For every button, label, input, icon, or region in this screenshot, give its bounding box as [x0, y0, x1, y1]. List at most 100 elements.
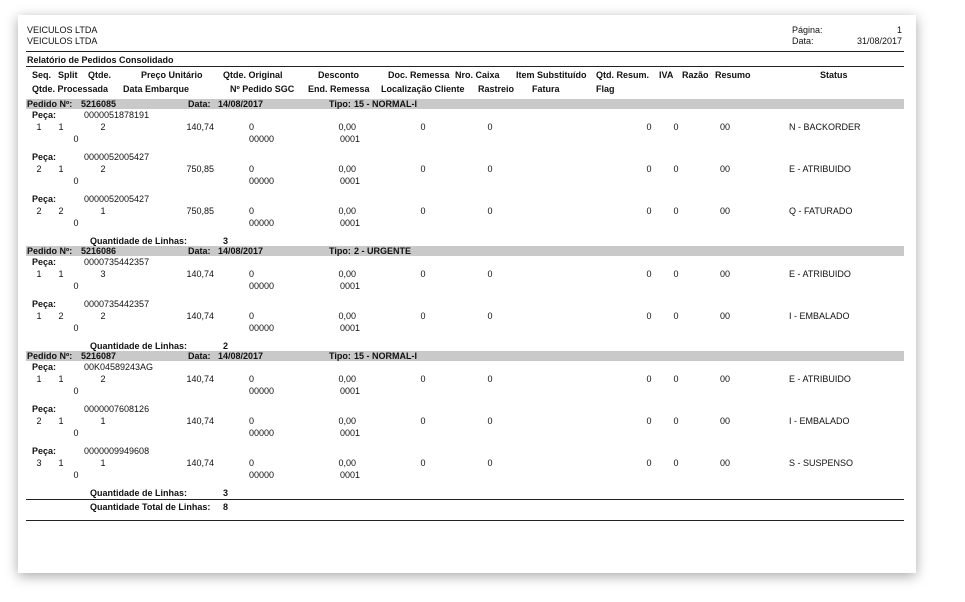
piece-label: Peça: — [32, 404, 57, 414]
sgc-order-value: 00000 — [249, 470, 275, 480]
order-date-label: Data: — [188, 246, 211, 256]
report-date: 31/08/2017 — [856, 36, 902, 46]
qty-value: 2 — [100, 164, 106, 174]
split-value: 1 — [58, 374, 64, 384]
piece-code: 0000052005427 — [84, 194, 150, 204]
doc-remessa-value: 0 — [420, 458, 426, 468]
processed-qty-value: 0 — [73, 386, 79, 396]
line-count-value: 3 — [223, 236, 229, 246]
iva-value: 0 — [673, 374, 679, 384]
box-number-value: 0 — [487, 164, 493, 174]
sgc-order-value: 00000 — [249, 281, 275, 291]
page-label: Página: — [792, 25, 823, 35]
qty-value: 1 — [100, 458, 106, 468]
piece-code: 0000007608126 — [84, 404, 150, 414]
piece-code: 0000051878191 — [84, 110, 150, 120]
original-qty-value: 0 — [249, 206, 255, 216]
col-qty: Qtde. — [88, 70, 112, 80]
col-seq: Seq. — [32, 70, 52, 80]
doc-remessa-value: 0 — [420, 269, 426, 279]
col-original-qty: Qtde. Original — [223, 70, 283, 80]
unit-price-value: 140,74 — [186, 416, 214, 426]
line-count-label: Quantidade de Linhas: — [90, 236, 188, 246]
split-value: 1 — [58, 416, 64, 426]
qty-value: 2 — [100, 374, 106, 384]
split-value: 1 — [58, 164, 64, 174]
line-count-value: 2 — [223, 341, 229, 351]
doc-remessa-value: 0 — [420, 311, 426, 321]
status-value: I - EMBALADO — [789, 416, 850, 426]
col-razao: Razão — [682, 70, 709, 80]
order-type-label: Tipo: — [329, 351, 351, 361]
processed-qty-value: 0 — [73, 281, 79, 291]
order-type: 2 - URGENTE — [354, 246, 412, 256]
col-substitute-item: Item Substituído — [516, 70, 587, 80]
discount-value: 0,00 — [338, 164, 356, 174]
end-remessa-value: 0001 — [340, 386, 361, 396]
status-value: N - BACKORDER — [789, 122, 861, 132]
order-date: 14/08/2017 — [218, 246, 264, 256]
piece-code: 0000735442357 — [84, 257, 150, 267]
sgc-order-value: 00000 — [249, 218, 275, 228]
box-number-value: 0 — [487, 269, 493, 279]
original-qty-value: 0 — [249, 164, 255, 174]
piece-code: 00K04589243AG — [84, 362, 154, 372]
order-type: 15 - NORMAL-I — [354, 351, 417, 361]
razao-value: 00 — [720, 269, 731, 279]
sgc-order-value: 00000 — [249, 428, 275, 438]
qty-value: 2 — [100, 311, 106, 321]
col-unit-price: Preço Unitário — [141, 70, 203, 80]
line-count-label: Quantidade de Linhas: — [90, 488, 188, 498]
piece-code: 0000735442357 — [84, 299, 150, 309]
unit-price-value: 140,74 — [186, 122, 214, 132]
discount-value: 0,00 — [338, 206, 356, 216]
col-qtd-resum: Qtd. Resum. — [596, 70, 650, 80]
qtd-resum-value: 0 — [646, 269, 652, 279]
order-number: 5216085 — [81, 99, 117, 109]
order-date-label: Data: — [188, 99, 211, 109]
col-client-location: Localização Cliente — [381, 84, 465, 94]
end-remessa-value: 0001 — [340, 428, 361, 438]
doc-remessa-value: 0 — [420, 206, 426, 216]
razao-value: 00 — [720, 458, 731, 468]
doc-remessa-value: 0 — [420, 374, 426, 384]
col-split: Split — [58, 70, 78, 80]
discount-value: 0,00 — [338, 374, 356, 384]
box-number-value: 0 — [487, 311, 493, 321]
iva-value: 0 — [673, 311, 679, 321]
qtd-resum-value: 0 — [646, 164, 652, 174]
qtd-resum-value: 0 — [646, 374, 652, 384]
split-value: 2 — [58, 311, 64, 321]
status-value: S - SUSPENSO — [789, 458, 854, 468]
col-resumo: Resumo — [715, 70, 751, 80]
order-date: 14/08/2017 — [218, 351, 264, 361]
end-remessa-value: 0001 — [340, 134, 361, 144]
seq-value: 2 — [36, 416, 42, 426]
razao-value: 00 — [720, 311, 731, 321]
order-header-band — [26, 351, 904, 361]
original-qty-value: 0 — [249, 458, 255, 468]
qty-value: 2 — [100, 122, 106, 132]
box-number-value: 0 — [487, 416, 493, 426]
discount-value: 0,00 — [338, 458, 356, 468]
processed-qty-value: 0 — [73, 323, 79, 333]
razao-value: 00 — [720, 122, 731, 132]
order-number-label: Pedido Nº: — [27, 351, 73, 361]
order-type-label: Tipo: — [329, 246, 351, 256]
line-count-label: Quantidade de Linhas: — [90, 341, 188, 351]
end-remessa-value: 0001 — [340, 218, 361, 228]
total-lines-label: Quantidade Total de Linhas: — [90, 502, 211, 512]
unit-price-value: 750,85 — [186, 206, 214, 216]
piece-code: 0000052005427 — [84, 152, 150, 162]
col-flag: Flag — [596, 84, 615, 94]
iva-value: 0 — [673, 206, 679, 216]
status-value: E - ATRIBUIDO — [789, 269, 851, 279]
order-date-label: Data: — [188, 351, 211, 361]
order-date: 14/08/2017 — [218, 99, 264, 109]
box-number-value: 0 — [487, 206, 493, 216]
end-remessa-value: 0001 — [340, 470, 361, 480]
qtd-resum-value: 0 — [646, 416, 652, 426]
status-value: E - ATRIBUIDO — [789, 374, 851, 384]
doc-remessa-value: 0 — [420, 416, 426, 426]
col-status: Status — [820, 70, 848, 80]
